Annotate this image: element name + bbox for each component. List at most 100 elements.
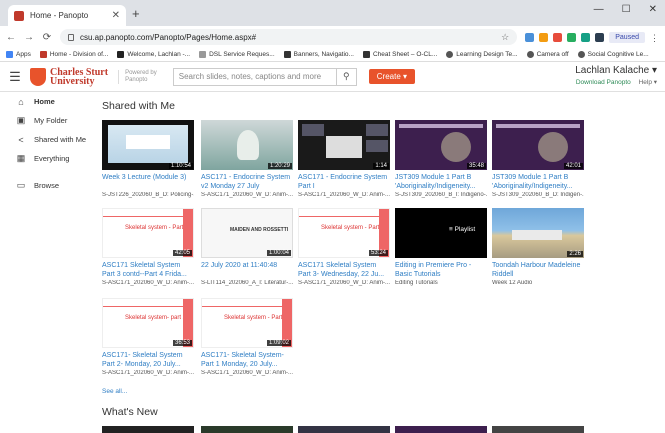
profile-paused-badge[interactable]: Paused — [609, 31, 645, 43]
extension-icon[interactable] — [553, 32, 563, 42]
session-title[interactable]: ASC171 Skeletal System Part 3 contd--Par… — [102, 261, 194, 279]
session-thumbnail[interactable]: Skeletal system - Part 1 1:09:02 — [201, 298, 293, 348]
close-window-button[interactable]: ✕ — [649, 4, 657, 15]
session-folder[interactable]: S-ASC171_202060_W_D: Anim-... — [298, 192, 390, 198]
bookmark-item[interactable]: Learning Design Te... — [446, 51, 518, 58]
download-panopto-link[interactable]: Download Panopto — [576, 79, 631, 86]
session-title[interactable]: Toondah Harbour Madeleine Riddell — [492, 261, 584, 279]
extension-icon[interactable] — [567, 32, 577, 42]
browser-menu-icon[interactable]: ⋮ — [650, 33, 659, 43]
back-icon[interactable]: ← — [6, 32, 16, 43]
browser-tab[interactable]: Home - Panopto ✕ — [8, 5, 126, 26]
session-title[interactable]: ASC171 Skeletal System Part 3- Wednesday… — [298, 261, 390, 279]
whats-new-thumbnail[interactable] — [492, 426, 584, 433]
session-title[interactable]: JST309 Module 1 Part B 'Aboriginality/In… — [395, 173, 487, 191]
search-button[interactable]: ⚲ — [336, 67, 357, 86]
session-card[interactable]: MAIDEN AND ROSSETTI 1:00:04 22 July 2020 … — [201, 208, 293, 286]
bookmark-item[interactable]: Social Cognitive Le... — [577, 51, 649, 58]
session-thumbnail[interactable]: 1:20:29 — [201, 120, 293, 170]
session-thumbnail[interactable]: Skeletal system - Part 3 53:24 — [298, 208, 390, 258]
session-card[interactable]: 42:01 JST309 Module 1 Part B 'Aboriginal… — [492, 120, 584, 198]
session-folder[interactable]: S-ASC171_202060_W_D: Anim-... — [102, 370, 194, 376]
reload-icon[interactable]: ⟳ — [42, 32, 52, 43]
session-thumbnail[interactable]: 1:14 — [298, 120, 390, 170]
csu-logo[interactable]: Charles Sturt University — [30, 67, 108, 86]
forward-icon[interactable]: → — [24, 32, 34, 43]
session-folder[interactable]: S-ASC171_202060_W_D: Anim-... — [102, 280, 194, 286]
session-card[interactable]: 1:20:29 ASC171 - Endocrine System v2 Mon… — [201, 120, 293, 198]
whats-new-thumbnail[interactable] — [102, 426, 194, 433]
bookmark-item[interactable]: DSL Service Reques... — [199, 51, 275, 58]
session-thumbnail[interactable]: 35:48 — [395, 120, 487, 170]
extension-icon[interactable] — [539, 32, 549, 42]
sidebar-item-my-folder[interactable]: ▣ My Folder — [0, 111, 92, 130]
extensions: Paused ⋮ — [525, 31, 659, 43]
session-card[interactable]: 2:26 Toondah Harbour Madeleine Riddell W… — [492, 208, 584, 286]
session-thumbnail[interactable]: Skeletal system - Part 3 42:05 — [102, 208, 194, 258]
bookmark-item[interactable]: Banners, Navigatio... — [283, 51, 354, 58]
home-icon: ⌂ — [18, 96, 24, 107]
session-folder[interactable]: S-ASC171_202060_W_D: Anim-... — [201, 370, 293, 376]
session-thumbnail[interactable]: 2:26 — [492, 208, 584, 258]
search-input[interactable]: Search slides, notes, captions and more — [172, 67, 337, 86]
globe-icon — [446, 51, 454, 58]
session-card[interactable]: Skeletal system- part 2 36:53 ASC171- Ske… — [102, 298, 194, 376]
extension-icon[interactable] — [525, 32, 535, 42]
session-title[interactable]: ASC171- Skeletal System-Part 1 Monday, 2… — [201, 351, 293, 369]
session-folder[interactable]: S-LIT114_202060_A_I: Literatur-... — [201, 280, 293, 286]
duration-badge: 1:20:29 — [267, 163, 292, 169]
close-tab-icon[interactable]: ✕ — [112, 10, 120, 21]
whats-new-thumbnail[interactable] — [298, 426, 390, 433]
session-title[interactable]: 22 July 2020 at 11:40:48 — [201, 261, 293, 279]
session-title[interactable]: ASC171 - Endocrine System v2 Monday 27 J… — [201, 173, 293, 191]
whats-new-thumbnail[interactable] — [201, 426, 293, 433]
session-card[interactable]: Skeletal system - Part 3 53:24 ASC171 Ske… — [298, 208, 390, 286]
session-thumbnail[interactable]: 1:10:54 — [102, 120, 194, 170]
session-folder[interactable]: S-JST226_202060_B_D: Policing-... — [102, 192, 194, 198]
session-card[interactable]: 35:48 JST309 Module 1 Part B 'Aboriginal… — [395, 120, 487, 198]
extension-icon[interactable] — [581, 32, 591, 42]
sidebar-item-home[interactable]: ⌂ Home — [0, 92, 92, 111]
url-field[interactable]: csu.ap.panopto.com/Panopto/Pages/Home.as… — [60, 29, 518, 45]
maximize-button[interactable]: ☐ — [622, 4, 631, 15]
session-card[interactable]: 1:14 ASC171 - Endocrine System Part I S-… — [298, 120, 390, 198]
session-thumbnail[interactable]: Skeletal system- part 2 36:53 — [102, 298, 194, 348]
help-menu[interactable]: Help ▾ — [639, 79, 657, 86]
see-all-link[interactable]: See all... — [102, 388, 127, 395]
session-card[interactable]: Skeletal system - Part 3 42:05 ASC171 Ske… — [102, 208, 194, 286]
whats-new-thumbnail[interactable] — [395, 426, 487, 433]
session-title[interactable]: ASC171 - Endocrine System Part I — [298, 173, 390, 191]
session-folder[interactable]: S-JST309_202060_B_I: Indigeno-... — [395, 192, 487, 198]
bookmark-item[interactable]: Home - Division of... — [39, 51, 108, 58]
sidebar-item-everything[interactable]: ▦ Everything — [0, 149, 92, 168]
new-tab-button[interactable]: + — [132, 6, 140, 21]
session-card[interactable]: Skeletal system - Part 1 1:09:02 ASC171- … — [201, 298, 293, 376]
user-menu[interactable]: Lachlan Kalache ▾ Download Panopto Help … — [575, 65, 657, 86]
create-button[interactable]: Create ▾ — [368, 69, 415, 84]
extension-icon[interactable] — [595, 32, 605, 42]
session-thumbnail[interactable]: 42:01 — [492, 120, 584, 170]
session-title[interactable]: Week 3 Lecture (Module 3) — [102, 173, 194, 191]
bookmark-star-icon[interactable]: ☆ — [501, 32, 509, 43]
session-title[interactable]: JST309 Module 1 Part B 'Aboriginality/In… — [492, 173, 584, 191]
session-folder[interactable]: S-JST309_202060_B_D: Indigen-... — [492, 192, 584, 198]
minimize-button[interactable]: — — [594, 4, 604, 15]
sidebar-item-browse[interactable]: ▭ Browse — [0, 176, 92, 195]
bookmark-item[interactable]: Welcome, Lachlan -... — [117, 51, 190, 58]
bookmark-item[interactable]: Camera off — [526, 51, 569, 58]
playlist-thumbnail[interactable]: ≡ Playlist — [395, 208, 487, 258]
sidebar-item-shared-with-me[interactable]: < Shared with Me — [0, 130, 92, 149]
session-title[interactable]: Editing in Premiere Pro - Basic Tutorial… — [395, 261, 487, 279]
bookmark-apps[interactable]: Apps — [6, 51, 31, 58]
session-card[interactable]: 1:10:54 Week 3 Lecture (Module 3) S-JST2… — [102, 120, 194, 198]
session-folder[interactable]: Editing Tutorials — [395, 280, 487, 286]
session-folder[interactable]: S-ASC171_202060_W_D: Anim-... — [298, 280, 390, 286]
session-thumbnail[interactable]: MAIDEN AND ROSSETTI 1:00:04 — [201, 208, 293, 258]
bookmark-item[interactable]: Cheat Sheet – O-CL... — [362, 51, 437, 58]
hamburger-menu-icon[interactable]: ☰ — [0, 69, 30, 85]
session-folder[interactable]: S-ASC171_202060_W_D: Anim-... — [201, 192, 293, 198]
playlist-card[interactable]: ≡ Playlist Editing in Premiere Pro - Bas… — [395, 208, 487, 286]
user-name[interactable]: Lachlan Kalache ▾ — [575, 65, 657, 76]
session-title[interactable]: ASC171- Skeletal System Part 2- Monday, … — [102, 351, 194, 369]
session-folder[interactable]: Week 12 Audio — [492, 280, 584, 286]
